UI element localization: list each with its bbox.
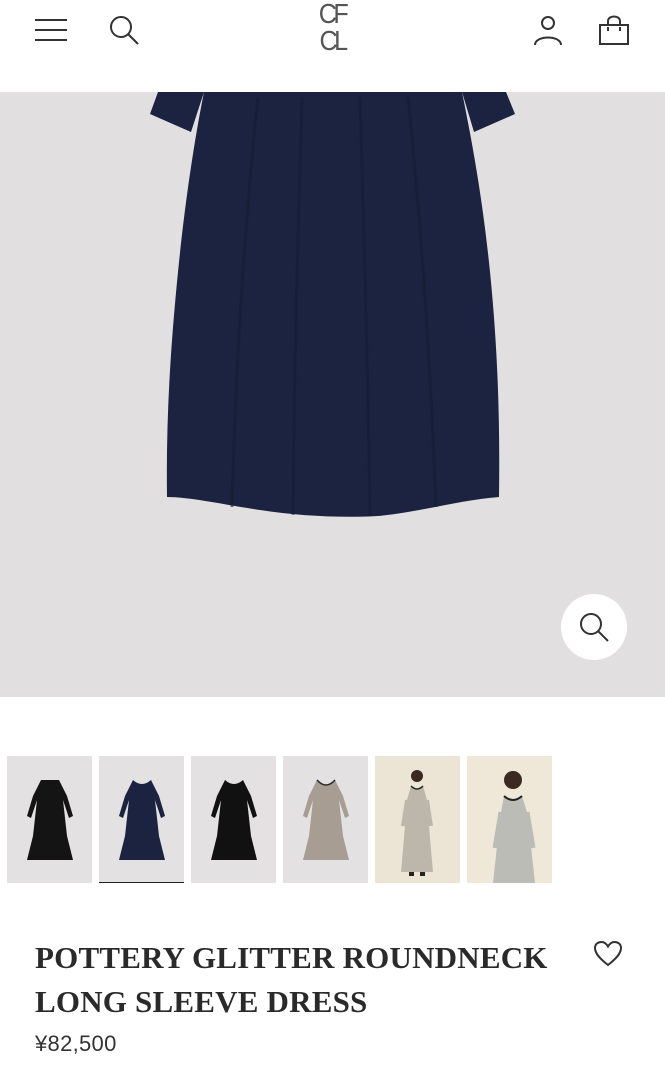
product-price: ¥82,500: [35, 1031, 117, 1056]
thumbnail-beige-dress[interactable]: [283, 756, 368, 883]
selected-thumbnail-indicator: [99, 882, 184, 883]
thumbnail-navy-dress[interactable]: [99, 756, 184, 883]
search-button[interactable]: [102, 8, 146, 52]
hamburger-menu-icon: [35, 19, 67, 41]
thumbnail-strip: [7, 756, 567, 886]
site-header: CF CL: [0, 0, 665, 92]
logo-bottom-text: CL: [319, 25, 348, 56]
logo-top-text: CF: [318, 0, 349, 29]
model-thumbnail-image: [375, 756, 460, 883]
account-icon: [534, 16, 562, 46]
product-title-line-2: LONG SLEEVE DRESS: [35, 984, 368, 1019]
product-title: POTTERY GLITTER ROUNDNECK LONG SLEEVE DR…: [35, 936, 580, 1024]
thumbnail-model-grey-dress[interactable]: [467, 756, 552, 883]
dress-illustration: [150, 92, 515, 517]
magnifier-icon: [580, 613, 609, 642]
thumbnail-model-beige-dress[interactable]: [375, 756, 460, 883]
heart-outline-icon: [593, 940, 623, 967]
menu-button[interactable]: [28, 10, 74, 50]
product-title-line-1: POTTERY GLITTER ROUNDNECK: [35, 940, 548, 975]
model-thumbnail-image: [467, 756, 552, 883]
thumbnail-black-dress-back[interactable]: [7, 756, 92, 883]
shopping-bag-button[interactable]: [592, 8, 636, 52]
account-button[interactable]: [526, 8, 570, 52]
shopping-bag-icon: [599, 15, 629, 45]
brand-logo[interactable]: CF CL: [308, 0, 356, 60]
thumbnail-black-dress-front[interactable]: [191, 756, 276, 883]
dress-thumbnail-image: [303, 779, 349, 860]
product-main-image[interactable]: [0, 92, 665, 697]
search-icon: [110, 16, 139, 45]
dress-thumbnail-image: [119, 780, 165, 860]
zoom-button[interactable]: [561, 594, 627, 660]
dress-thumbnail-image: [211, 780, 257, 860]
dress-thumbnail-image: [27, 780, 73, 860]
wishlist-button[interactable]: [588, 934, 628, 974]
